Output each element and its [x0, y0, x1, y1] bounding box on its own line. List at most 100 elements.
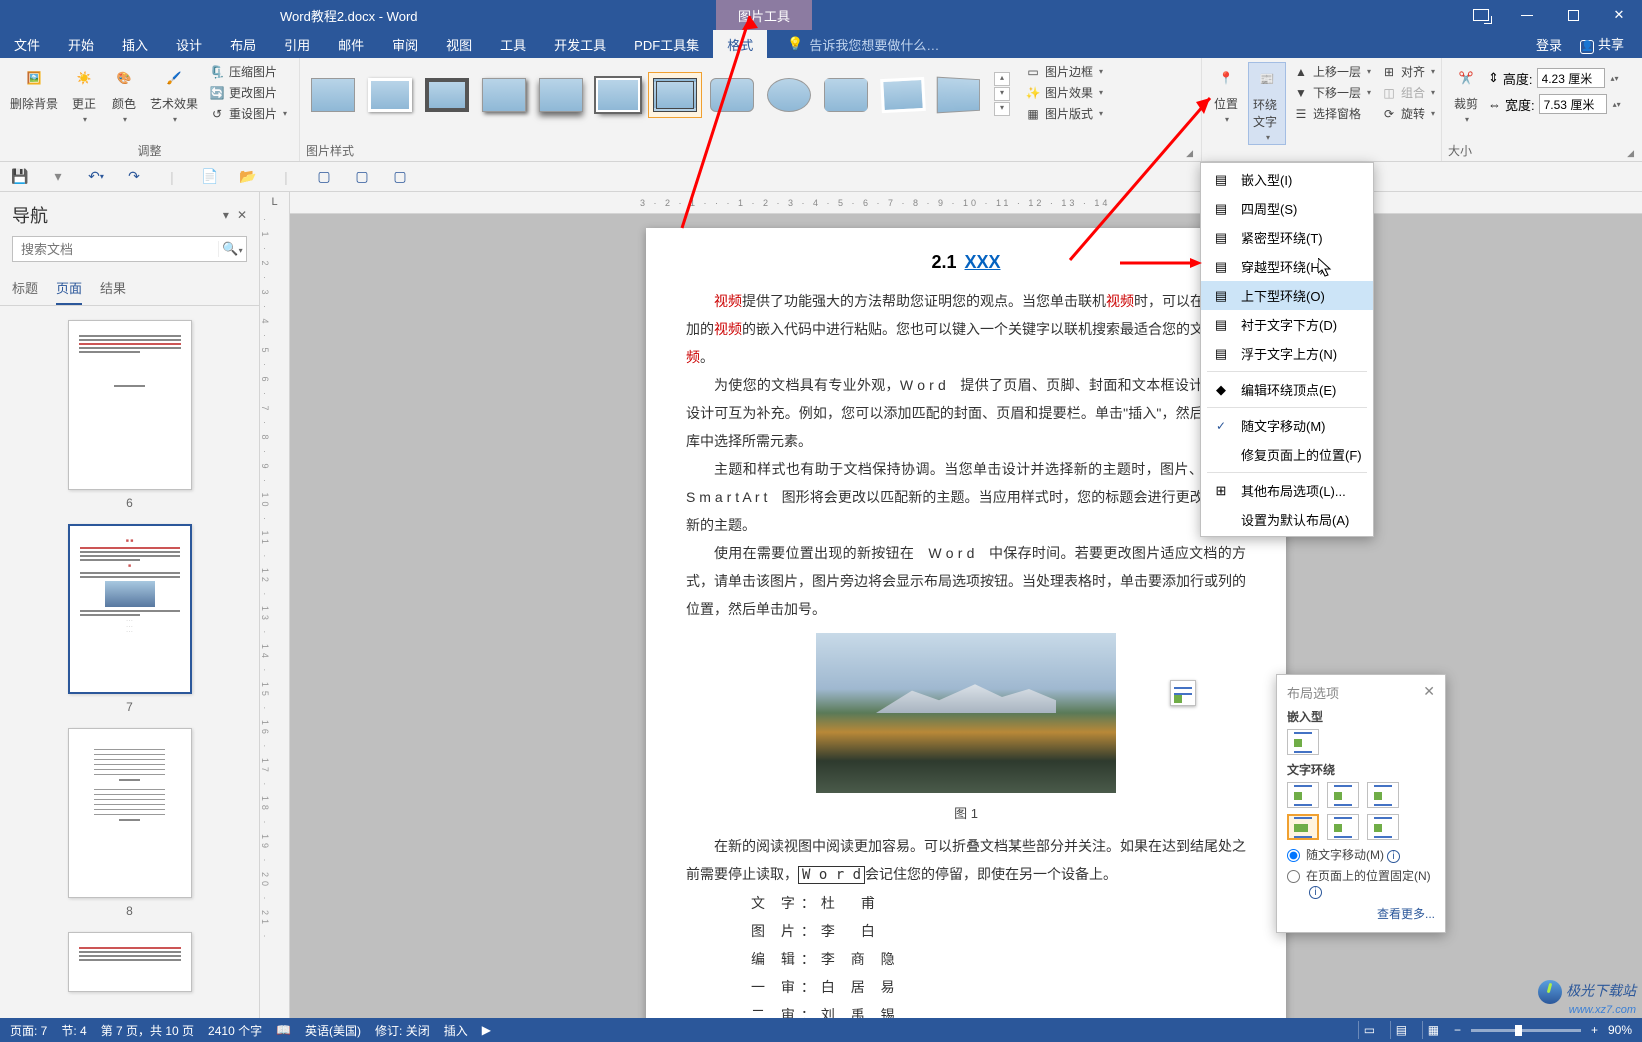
tab-review[interactable]: 审阅 [378, 30, 432, 58]
picture-style-item[interactable] [933, 72, 987, 118]
picture-style-item[interactable] [363, 72, 417, 118]
radio-move-with-text[interactable]: 随文字移动(M)i [1287, 846, 1435, 863]
page-thumbnail[interactable] [68, 932, 192, 992]
remove-background-button[interactable]: 🖼️ 删除背景 [6, 62, 62, 114]
undo-button[interactable]: ↶▾ [86, 167, 106, 187]
height-input[interactable] [1537, 68, 1605, 88]
save-button[interactable]: 💾 [10, 167, 30, 187]
picture-border-button[interactable]: ▭图片边框▾ [1022, 62, 1106, 81]
nav-tab-pages[interactable]: 页面 [56, 272, 82, 305]
wrap-more-options-item[interactable]: ⊞其他布局选项(L)... [1201, 476, 1373, 505]
compress-picture-button[interactable]: 🗜️压缩图片 [206, 62, 290, 81]
wrap-topbottom-item[interactable]: ▤上下型环绕(O) [1201, 281, 1373, 310]
wrap-front-item[interactable]: ▤浮于文字上方(N) [1201, 339, 1373, 368]
bring-forward-button[interactable]: ▲上移一层▾ [1290, 62, 1374, 81]
picture-style-item[interactable] [420, 72, 474, 118]
color-button[interactable]: 🎨 颜色▾ [106, 62, 142, 126]
layout-behind-icon[interactable] [1327, 814, 1359, 840]
wrap-tight-item[interactable]: ▤紧密型环绕(T) [1201, 223, 1373, 252]
picture-style-item[interactable] [648, 72, 702, 118]
view-print-button[interactable]: ▤ [1390, 1021, 1412, 1039]
tab-mailings[interactable]: 邮件 [324, 30, 378, 58]
selection-pane-button[interactable]: ☰选择窗格 [1290, 104, 1374, 123]
status-macro-icon[interactable]: ▶ [482, 1023, 491, 1037]
qat-dropdown[interactable]: ▾ [48, 167, 68, 187]
minimize-button[interactable] [1504, 0, 1550, 30]
tab-view[interactable]: 视图 [432, 30, 486, 58]
dialog-launcher-size[interactable]: ◢ [1627, 148, 1634, 159]
page-thumbnail[interactable]: ■ ■ ■ · · ·· · ·· · · [68, 524, 192, 694]
tab-tools[interactable]: 工具 [486, 30, 540, 58]
zoom-slider[interactable] [1471, 1029, 1581, 1032]
wrap-square-item[interactable]: ▤四周型(S) [1201, 194, 1373, 223]
wrap-move-with-text-item[interactable]: ✓随文字移动(M) [1201, 411, 1373, 440]
wrap-text-button[interactable]: 📰 环绕文字▾ [1248, 62, 1286, 145]
nav-tab-headings[interactable]: 标题 [12, 272, 38, 305]
status-track[interactable]: 修订: 关闭 [375, 1022, 430, 1039]
send-backward-button[interactable]: ▼下移一层▾ [1290, 83, 1374, 102]
see-more-link[interactable]: 查看更多... [1287, 905, 1435, 922]
status-section[interactable]: 节: 4 [61, 1022, 86, 1039]
zoom-out-button[interactable]: − [1454, 1023, 1461, 1037]
page-thumbnail[interactable] [68, 320, 192, 490]
info-icon[interactable]: i [1387, 850, 1400, 863]
rotate-button[interactable]: ⟳旋转▾ [1378, 104, 1438, 123]
close-button[interactable]: ✕ [1596, 0, 1642, 30]
login-link[interactable]: 登录 [1536, 35, 1562, 54]
status-page-of[interactable]: 第 7 页，共 10 页 [101, 1022, 194, 1039]
status-insert[interactable]: 插入 [444, 1022, 468, 1039]
crop-button[interactable]: ✂️ 裁剪▾ [1448, 62, 1484, 126]
wrap-edit-points-item[interactable]: ◆编辑环绕顶点(E) [1201, 375, 1373, 404]
wrap-inline-item[interactable]: ▤嵌入型(I) [1201, 165, 1373, 194]
tab-format[interactable]: 格式 [713, 30, 767, 58]
zoom-in-button[interactable]: + [1591, 1023, 1598, 1037]
width-spinner[interactable]: ▴▾ [1613, 100, 1621, 109]
dialog-launcher-styles[interactable]: ◢ [1186, 148, 1193, 159]
picture-style-item[interactable] [534, 72, 588, 118]
open-button[interactable]: 📂 [238, 167, 258, 187]
picture-style-item[interactable] [477, 72, 531, 118]
picture-style-item[interactable] [306, 72, 360, 118]
qat-btn-c[interactable]: ▢ [390, 167, 410, 187]
tab-pdf[interactable]: PDF工具集 [620, 30, 713, 58]
corrections-button[interactable]: ☀️ 更正▾ [66, 62, 102, 126]
layout-options-handle[interactable] [1170, 680, 1196, 706]
nav-dropdown[interactable]: ▾ [223, 208, 229, 222]
nav-tab-results[interactable]: 结果 [100, 272, 126, 305]
close-icon[interactable]: ✕ [1423, 683, 1435, 702]
status-page[interactable]: 页面: 7 [10, 1022, 47, 1039]
tab-layout[interactable]: 布局 [216, 30, 270, 58]
ribbon-display-options[interactable] [1458, 0, 1504, 30]
tell-me-input[interactable]: 💡 告诉我您想要做什么… [787, 35, 939, 54]
height-spinner[interactable]: ▴▾ [1611, 74, 1619, 83]
wrap-through-item[interactable]: ▤穿越型环绕(H) [1201, 252, 1373, 281]
picture-effects-button[interactable]: ✨图片效果▾ [1022, 83, 1106, 102]
picture-style-item[interactable] [819, 72, 873, 118]
wrap-set-default-item[interactable]: 设置为默认布局(A) [1201, 505, 1373, 534]
contextual-tab-picture-tools[interactable]: 图片工具 [716, 0, 812, 30]
tab-developer[interactable]: 开发工具 [540, 30, 620, 58]
tab-references[interactable]: 引用 [270, 30, 324, 58]
search-icon[interactable]: 🔍▾ [218, 241, 246, 257]
qat-btn-b[interactable]: ▢ [352, 167, 372, 187]
wrap-fix-position-item[interactable]: 修复页面上的位置(F) [1201, 440, 1373, 469]
wrap-behind-item[interactable]: ▤衬于文字下方(D) [1201, 310, 1373, 339]
share-button[interactable]: 👤共享 [1580, 34, 1624, 54]
view-web-button[interactable]: ▦ [1422, 1021, 1444, 1039]
status-lang[interactable]: 英语(美国) [305, 1022, 361, 1039]
picture-style-item[interactable] [762, 72, 816, 118]
picture-style-item[interactable] [705, 72, 759, 118]
radio-fix-position[interactable]: 在页面上的位置固定(N)i [1287, 867, 1435, 899]
tab-design[interactable]: 设计 [162, 30, 216, 58]
nav-thumbnails[interactable]: 6 ■ ■ ■ · · ·· · ·· · · 7 [0, 306, 259, 1018]
document-image[interactable] [816, 633, 1116, 793]
info-icon[interactable]: i [1309, 886, 1322, 899]
artistic-effects-button[interactable]: 🖌️ 艺术效果▾ [146, 62, 202, 126]
gallery-more-button[interactable]: ▾ [994, 102, 1010, 116]
picture-styles-gallery[interactable] [306, 62, 987, 118]
picture-style-item[interactable] [876, 72, 930, 118]
picture-style-item[interactable] [591, 72, 645, 118]
layout-inline-icon[interactable] [1287, 729, 1319, 755]
document-area[interactable]: 3 · 2 · 1 · · · 1 · 2 · 3 · 4 · 5 · 6 · … [290, 192, 1642, 1018]
picture-layout-button[interactable]: ▦图片版式▾ [1022, 104, 1106, 123]
